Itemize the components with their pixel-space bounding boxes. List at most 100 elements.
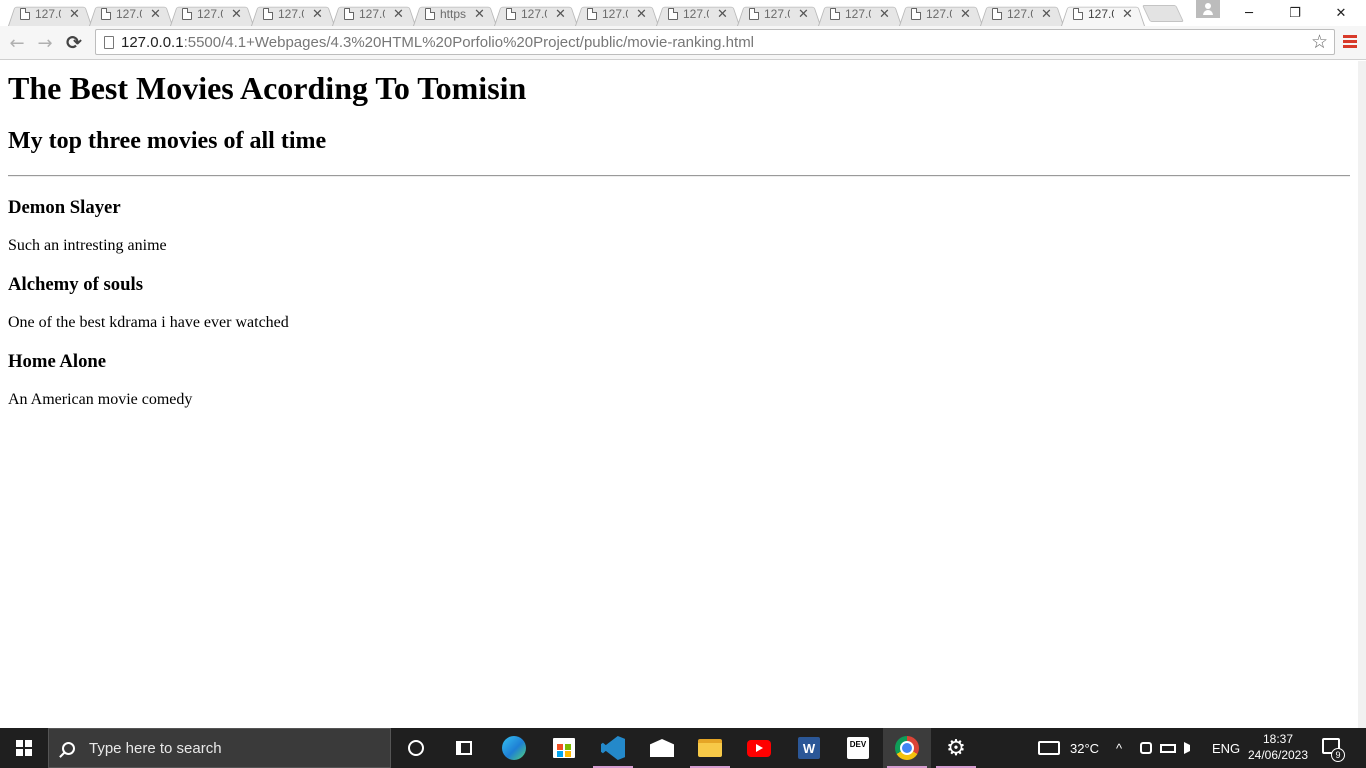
page-icon: [830, 8, 840, 20]
page-icon: [344, 8, 354, 20]
taskbar-vscode[interactable]: [589, 728, 637, 768]
page-icon: [101, 8, 111, 20]
task-view-icon: [456, 741, 472, 755]
page-icon: [20, 8, 30, 20]
tab-title: 127.0: [845, 7, 871, 21]
vscode-icon: [601, 736, 625, 760]
browser-menu-icon[interactable]: [1343, 35, 1357, 49]
tab-close-icon[interactable]: ✕: [555, 6, 566, 22]
mail-icon: [650, 739, 674, 757]
browser-tab[interactable]: 127.0 ✕: [494, 2, 578, 26]
movie-title: Home Alone: [8, 351, 107, 372]
taskbar-edge[interactable]: [490, 728, 538, 768]
tab-title: 127.0: [1088, 7, 1114, 21]
address-bar[interactable]: 127.0.0.1:5500/4.1+Webpages/4.3%20HTML%2…: [95, 29, 1335, 55]
taskbar: Type here to search W DEV ⚙ 32°C ^ ENG 1…: [0, 728, 1366, 768]
browser-tab[interactable]: 127.0 ✕: [8, 2, 92, 26]
browser-tab[interactable]: 127.0 ✕: [737, 2, 821, 26]
page-scrollbar[interactable]: [1358, 61, 1366, 728]
cortana-button[interactable]: [392, 728, 440, 768]
task-view-button[interactable]: [440, 728, 488, 768]
page-subtitle: My top three movies of all time: [8, 128, 327, 154]
browser-tab[interactable]: 127.0 ✕: [251, 2, 335, 26]
taskbar-chrome[interactable]: [883, 728, 931, 768]
tray-overflow-button[interactable]: ^: [1116, 728, 1122, 768]
browser-tab[interactable]: 127.0 ✕: [818, 2, 902, 26]
tab-close-icon[interactable]: ✕: [69, 6, 80, 22]
page-icon: [587, 8, 597, 20]
taskbar-clock[interactable]: 18:37 24/06/2023: [1240, 731, 1316, 763]
tab-close-icon[interactable]: ✕: [798, 6, 809, 22]
browser-tab[interactable]: https ✕: [413, 2, 497, 26]
arrow-right-icon: →: [37, 32, 53, 54]
tab-close-icon[interactable]: ✕: [312, 6, 323, 22]
reload-icon: ⟳: [66, 32, 82, 54]
browser-tab[interactable]: 127.0 ✕: [899, 2, 983, 26]
movie-list: Demon Slayer Such an intresting anime Al…: [8, 197, 1350, 409]
page-icon: [1073, 8, 1083, 20]
browser-toolbar: ← → ⟳ 127.0.0.1:5500/4.1+Webpages/4.3%20…: [0, 26, 1366, 60]
browser-tab[interactable]: 127.0 ✕: [980, 2, 1064, 26]
browser-tab[interactable]: 127.0 ✕: [89, 2, 173, 26]
taskbar-settings[interactable]: ⚙: [932, 728, 980, 768]
tab-close-icon[interactable]: ✕: [636, 6, 647, 22]
taskbar-search-box[interactable]: Type here to search: [48, 728, 391, 768]
new-tab-button[interactable]: [1142, 5, 1184, 22]
tab-close-icon[interactable]: ✕: [231, 6, 242, 22]
dev-icon: DEV: [847, 737, 869, 759]
tab-title: 127.0: [359, 7, 385, 21]
taskbar-file-explorer[interactable]: [686, 728, 734, 768]
forward-button[interactable]: →: [33, 31, 57, 55]
minimize-button[interactable]: ─: [1226, 0, 1272, 26]
tab-title: 127.0: [764, 7, 790, 21]
taskbar-youtube[interactable]: [735, 728, 783, 768]
tab-title: 127.0: [521, 7, 547, 21]
tab-close-icon[interactable]: ✕: [960, 6, 971, 22]
reload-button[interactable]: ⟳: [62, 31, 86, 55]
movie-item: Alchemy of souls One of the best kdrama …: [8, 274, 1350, 332]
arrow-left-icon: ←: [9, 32, 25, 54]
tab-title: 127.0: [278, 7, 304, 21]
page-icon: [749, 8, 759, 20]
browser-tab[interactable]: 127.0 ✕: [575, 2, 659, 26]
tab-close-icon[interactable]: ✕: [1122, 6, 1133, 22]
taskbar-word[interactable]: W: [785, 728, 833, 768]
url-path: :5500/4.1+Webpages/4.3%20HTML%20Porfolio…: [183, 34, 755, 51]
bookmark-star-icon[interactable]: ☆: [1311, 31, 1328, 53]
browser-tab[interactable]: 127.0 ✕: [332, 2, 416, 26]
cortana-icon: [408, 740, 424, 756]
back-button[interactable]: ←: [5, 31, 29, 55]
network-icon[interactable]: [1140, 742, 1152, 754]
tab-close-icon[interactable]: ✕: [150, 6, 161, 22]
browser-tab[interactable]: 127.0 ✕: [656, 2, 740, 26]
tab-title: 127.0: [926, 7, 952, 21]
browser-tab[interactable]: 127.0 ✕: [170, 2, 254, 26]
page-icon: [263, 8, 273, 20]
movie-item: Home Alone An American movie comedy: [8, 351, 1350, 409]
page-title: The Best Movies Acording To Tomisin: [8, 70, 527, 106]
taskbar-mail[interactable]: [638, 728, 686, 768]
folder-icon: [698, 739, 722, 757]
url-text[interactable]: 127.0.0.1:5500/4.1+Webpages/4.3%20HTML%2…: [121, 34, 754, 51]
maximize-button[interactable]: ❐: [1272, 0, 1318, 26]
taskbar-dev[interactable]: DEV: [834, 728, 882, 768]
tab-close-icon[interactable]: ✕: [879, 6, 890, 22]
tab-close-icon[interactable]: ✕: [1041, 6, 1052, 22]
browser-tab-active[interactable]: 127.0 ✕: [1061, 2, 1145, 26]
chrome-icon: [895, 736, 919, 760]
tab-close-icon[interactable]: ✕: [393, 6, 404, 22]
tab-close-icon[interactable]: ✕: [474, 6, 485, 22]
battery-icon[interactable]: [1160, 743, 1176, 753]
tab-close-icon[interactable]: ✕: [717, 6, 728, 22]
clock-time: 18:37: [1262, 732, 1294, 746]
volume-icon[interactable]: [1184, 742, 1196, 754]
page-info-icon[interactable]: [104, 36, 114, 49]
weather-widget[interactable]: 32°C: [1038, 728, 1099, 768]
language-indicator[interactable]: ENG: [1212, 728, 1240, 768]
movie-title: Demon Slayer: [8, 197, 121, 218]
taskbar-store[interactable]: [540, 728, 588, 768]
language-label: ENG: [1212, 740, 1241, 756]
profile-icon[interactable]: [1196, 0, 1220, 18]
start-button[interactable]: [0, 728, 48, 768]
close-window-button[interactable]: ✕: [1318, 0, 1364, 26]
